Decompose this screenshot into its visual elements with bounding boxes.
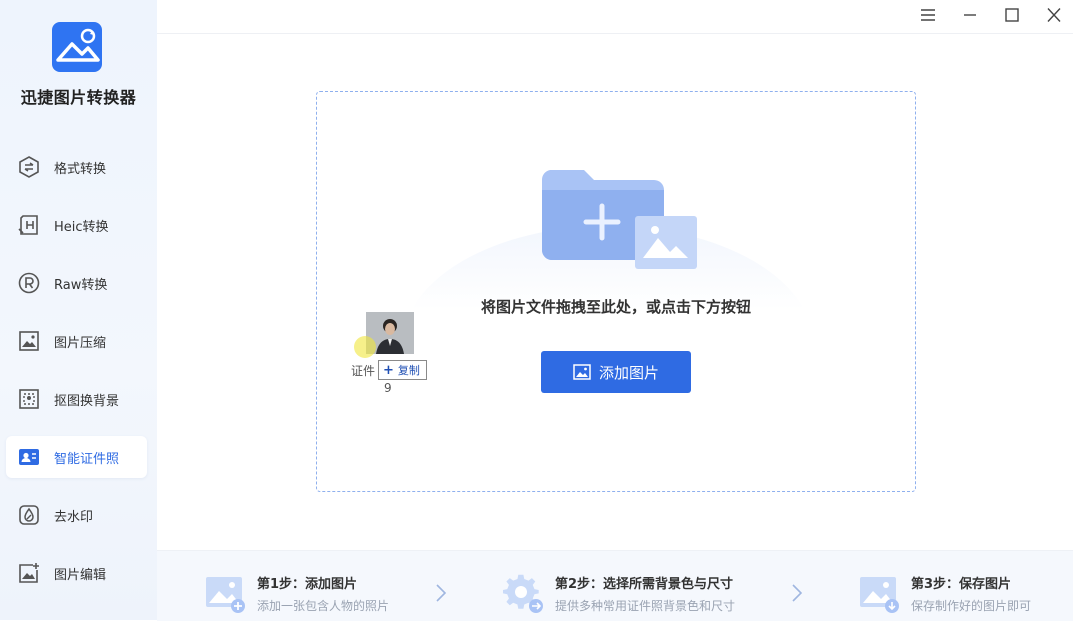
dragged-file-name-continued: 9 [384,381,392,395]
add-image-button[interactable]: 添加图片 [541,351,691,393]
folder-add-image-icon [540,168,700,272]
sidebar-item-label: 图片压缩 [54,335,107,351]
minimize-icon[interactable] [958,4,982,26]
copy-tooltip: + 复制 [378,360,427,380]
sidebar-item-image-compress[interactable]: 图片压缩 [6,320,147,362]
cutout-icon [16,386,42,412]
watermark-remove-icon [16,502,42,528]
sidebar-item-label: Raw转换 [54,277,108,293]
sidebar-item-raw[interactable]: Raw转换 [6,262,147,304]
step-description: 提供多种常用证件照背景色和尺寸 [555,599,736,613]
plus-icon: + [383,362,394,378]
id-photo-icon [16,444,42,470]
chevron-right-icon [434,583,448,603]
step-description: 添加一张包含人物的照片 [257,599,390,613]
maximize-icon[interactable] [1000,4,1024,26]
sidebar-item-label: 图片编辑 [54,567,107,583]
chevron-right-icon [790,583,804,603]
image-compress-icon [16,328,42,354]
save-image-icon [859,573,899,613]
dragged-file-name: 证件 [351,364,376,378]
add-image-button-label: 添加图片 [598,363,659,382]
step-description: 保存制作好的图片即可 [911,599,1032,613]
sidebar-item-cutout[interactable]: 抠图换背景 [6,378,147,420]
app-title: 迅捷图片转换器 [20,88,137,107]
sidebar-item-watermark-remove[interactable]: 去水印 [6,494,147,536]
menu-icon[interactable] [916,4,940,26]
sidebar-item-format-convert[interactable]: 格式转换 [6,146,147,188]
steps-bar: 第1步：添加图片 添加一张包含人物的照片 第2步：选择所需背景色与尺寸 提供多种… [157,550,1073,621]
cursor-highlight [354,336,376,358]
sidebar-item-id-photo[interactable]: 智能证件照 [6,436,147,478]
heic-icon [16,212,42,238]
sidebar-item-label: Heic转换 [54,219,109,235]
step-title: 第1步：添加图片 [257,577,358,592]
sidebar-item-label: 抠图换背景 [54,393,120,409]
sidebar: 迅捷图片转换器 格式转换 Heic转换 Raw转换 图片压缩 抠图换背景 智能证… [0,0,157,620]
app-logo-icon [52,22,102,72]
copy-tooltip-label: 复制 [397,364,420,377]
step-title: 第2步：选择所需背景色与尺寸 [555,577,734,592]
step-title: 第3步：保存图片 [911,577,1012,592]
sidebar-item-label: 格式转换 [54,161,107,177]
image-icon [573,364,591,380]
title-bar-divider [157,33,1073,34]
sidebar-item-label: 智能证件照 [54,451,120,467]
sidebar-item-image-edit[interactable]: 图片编辑 [6,552,147,594]
image-edit-icon [16,560,42,586]
sidebar-item-heic[interactable]: Heic转换 [6,204,147,246]
raw-icon [16,270,42,296]
format-convert-icon [16,154,42,180]
close-icon[interactable] [1042,4,1066,26]
settings-gear-icon [503,573,543,613]
add-image-icon [205,573,245,613]
sidebar-item-label: 去水印 [54,509,94,525]
